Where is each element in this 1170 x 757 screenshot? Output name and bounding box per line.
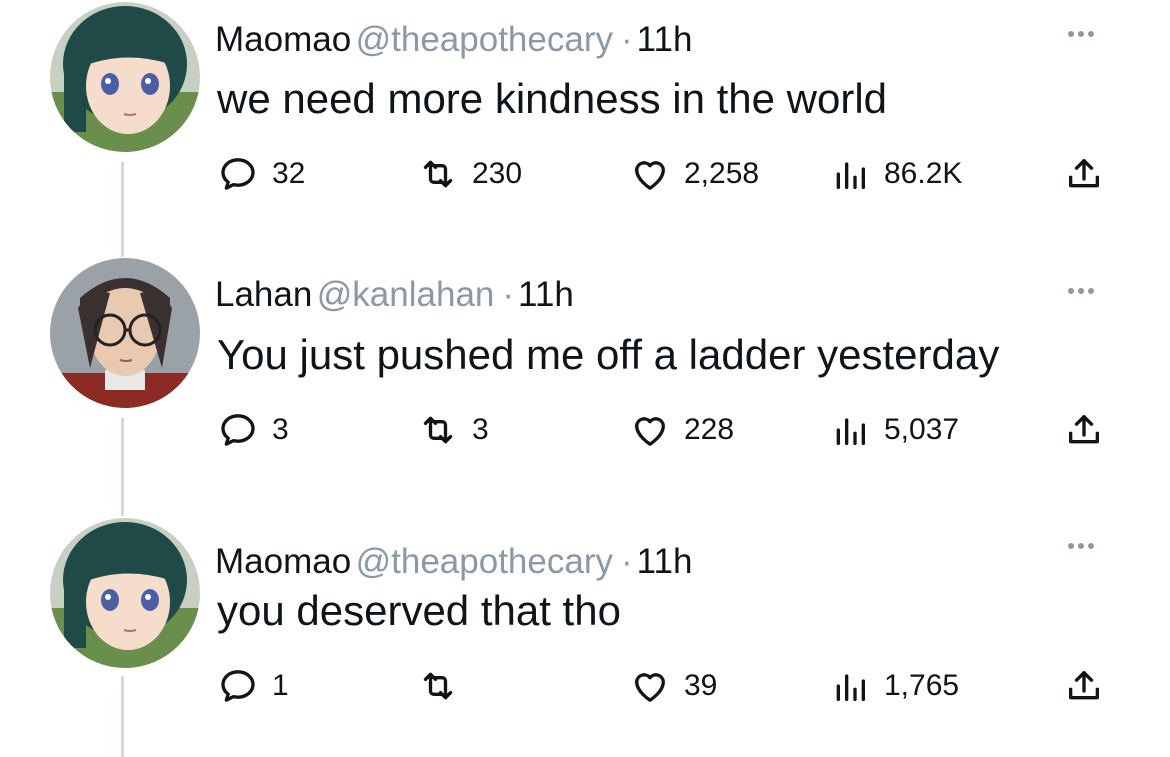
reply-icon xyxy=(221,414,255,446)
retweet-count: 3 xyxy=(472,413,489,446)
reply-button[interactable]: 3 xyxy=(218,410,289,450)
display-name[interactable]: Maomao xyxy=(215,20,351,59)
like-count: 39 xyxy=(684,669,718,702)
separator-dot: · xyxy=(502,275,515,314)
lahan-avatar-icon xyxy=(50,258,200,408)
display-name[interactable]: Lahan xyxy=(215,275,312,314)
like-button[interactable]: 39 xyxy=(630,666,717,706)
tweet-text: you deserved that tho xyxy=(217,587,621,634)
reply-icon xyxy=(221,158,255,190)
view-count: 86.2K xyxy=(884,157,963,190)
like-button[interactable]: 228 xyxy=(630,410,734,450)
more-options-icon[interactable] xyxy=(1068,285,1108,297)
user-handle[interactable]: @theapothecary xyxy=(356,542,613,581)
thread-line xyxy=(121,676,124,757)
retweet-icon xyxy=(423,416,453,444)
share-icon xyxy=(1069,415,1099,444)
reply-icon xyxy=(221,670,255,702)
more-options-icon[interactable] xyxy=(1068,28,1108,40)
heart-icon xyxy=(635,417,665,446)
avatar[interactable] xyxy=(50,518,200,668)
heart-icon xyxy=(635,673,665,702)
avatar[interactable] xyxy=(50,2,200,152)
tweet-header: Maomao @theapothecary · 11h xyxy=(215,544,692,579)
separator-dot: · xyxy=(620,542,633,581)
retweet-button[interactable] xyxy=(418,666,472,706)
like-button[interactable]: 2,258 xyxy=(630,154,759,194)
retweet-button[interactable]: 3 xyxy=(418,410,489,450)
share-icon xyxy=(1069,671,1099,700)
reply-count: 3 xyxy=(272,413,289,446)
tweet-header: Maomao @theapothecary · 11h xyxy=(215,22,692,57)
views-button[interactable]: 5,037 xyxy=(830,410,959,450)
share-icon xyxy=(1069,159,1099,188)
like-count: 2,258 xyxy=(684,157,760,190)
thread-line xyxy=(121,418,124,516)
share-button[interactable] xyxy=(1064,666,1104,706)
reply-button[interactable]: 32 xyxy=(218,154,305,194)
views-button[interactable]: 1,765 xyxy=(830,666,959,706)
maomao-avatar-icon xyxy=(50,2,200,152)
tweet-text: You just pushed me off a ladder yesterda… xyxy=(217,331,1000,378)
retweet-icon xyxy=(423,672,453,700)
views-chart-icon xyxy=(836,418,865,445)
reply-count: 1 xyxy=(272,669,289,702)
tweet-header: Lahan @kanlahan · 11h xyxy=(215,277,574,312)
retweet-button[interactable]: 230 xyxy=(418,154,522,194)
timestamp[interactable]: 11h xyxy=(637,20,693,59)
display-name[interactable]: Maomao xyxy=(215,542,351,581)
user-handle[interactable]: @theapothecary xyxy=(356,20,613,59)
view-count: 1,765 xyxy=(884,669,960,702)
views-button[interactable]: 86.2K xyxy=(830,154,962,194)
thread-line xyxy=(121,162,124,257)
reply-count: 32 xyxy=(272,157,306,190)
heart-icon xyxy=(635,161,665,190)
timestamp[interactable]: 11h xyxy=(518,275,574,314)
tweet-text: we need more kindness in the world xyxy=(217,75,888,122)
user-handle[interactable]: @kanlahan xyxy=(317,275,495,314)
views-chart-icon xyxy=(836,162,865,189)
like-count: 228 xyxy=(684,413,735,446)
separator-dot: · xyxy=(620,20,633,59)
reply-button[interactable]: 1 xyxy=(218,666,289,706)
views-chart-icon xyxy=(836,674,865,701)
share-button[interactable] xyxy=(1064,154,1104,194)
avatar[interactable] xyxy=(50,258,200,408)
retweet-count: 230 xyxy=(472,157,523,190)
maomao-avatar-icon xyxy=(50,518,200,668)
share-button[interactable] xyxy=(1064,410,1104,450)
view-count: 5,037 xyxy=(884,413,960,446)
more-options-icon[interactable] xyxy=(1068,540,1108,552)
timestamp[interactable]: 11h xyxy=(637,542,693,581)
retweet-icon xyxy=(423,160,453,188)
